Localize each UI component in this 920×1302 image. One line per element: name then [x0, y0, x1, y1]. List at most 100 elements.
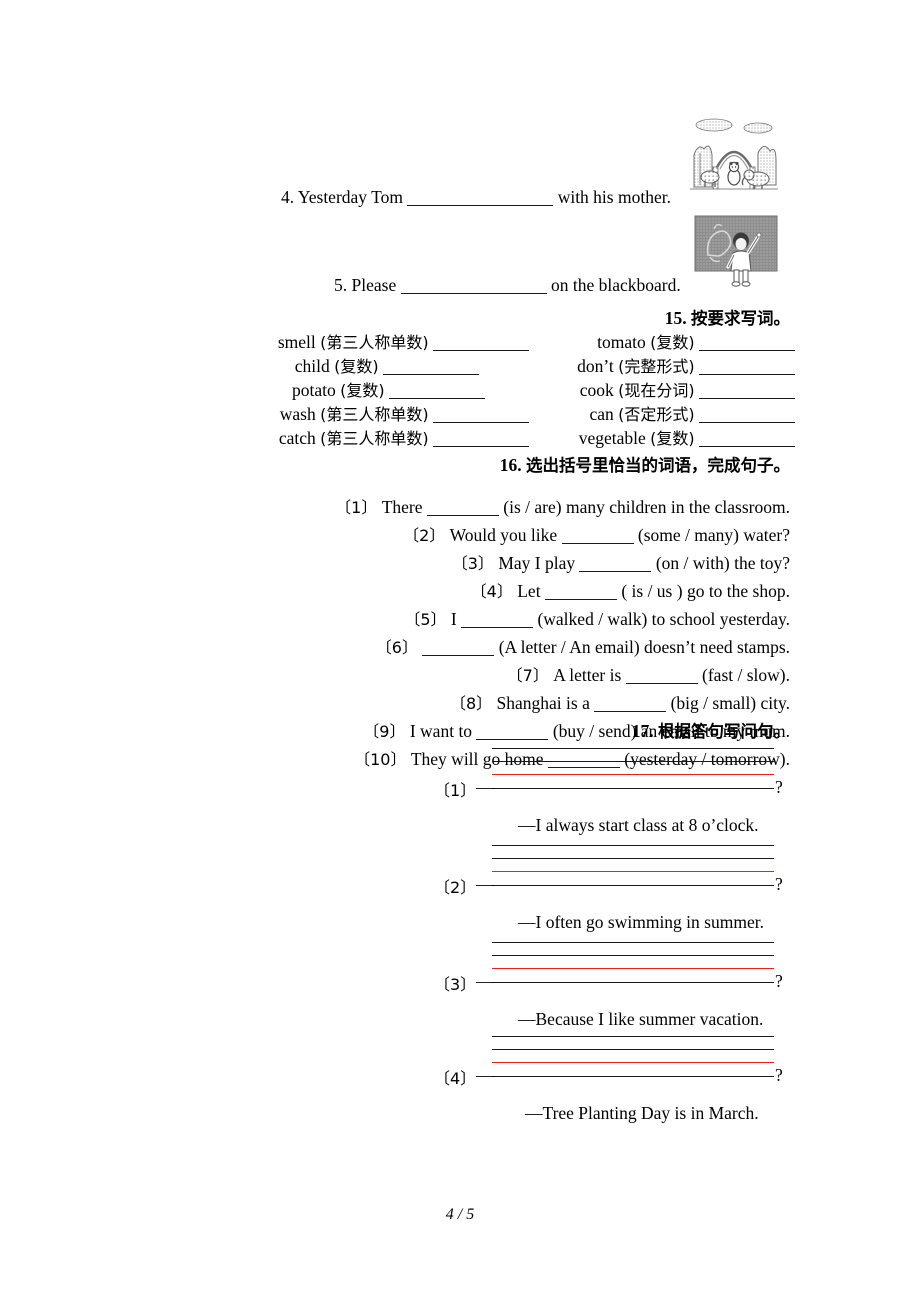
question-mark-2-label: ? [775, 874, 783, 894]
answer-3-text: —Because I like summer vacation. [518, 1009, 764, 1029]
sentence-5-blank[interactable] [400, 293, 547, 294]
question-dash-4: — [476, 1065, 494, 1086]
choice-item-8-after: (big / small) city. [670, 693, 790, 713]
word-blank-can[interactable] [699, 422, 795, 423]
choice-item-10-blank[interactable] [547, 767, 620, 768]
choice-item-2-number: 〔2〕 [403, 526, 446, 545]
sentence-4-number: 4. [281, 187, 295, 207]
answer-2-text: —I often go swimming in summer. [518, 912, 764, 932]
guide-rule-upper-mid [492, 858, 774, 859]
choice-item-8-blank[interactable] [594, 711, 667, 712]
choice-item-6-blank[interactable] [422, 655, 495, 656]
choice-item-4-after: ( is / us ) go to the shop. [621, 581, 790, 601]
choice-item-5-before: I [450, 609, 457, 629]
word-row-vegetable: vegetable (复数) [470, 425, 795, 449]
choice-item-7: 〔7〕 A letter is (fast / slow). [200, 666, 790, 685]
guide-rule-upper-mid [492, 955, 774, 956]
choice-item-10: 〔10〕 They will go home (yesterday / tomo… [200, 749, 790, 769]
choice-item-1: 〔1〕 There (is / are) many children in th… [200, 497, 790, 517]
word-term-tomato: tomato [597, 332, 646, 352]
sentence-5-number: 5. [334, 275, 348, 295]
choice-item-6-number: 〔6〕 [375, 638, 418, 657]
word-term-cook: cook [579, 380, 614, 400]
guide-rule-baseline [492, 1076, 774, 1077]
question-mark-3-label: ? [775, 971, 783, 991]
choice-item-8-before: Shanghai is a [496, 693, 590, 713]
zoo-park-scene-clipart [688, 115, 780, 195]
word-hint-cook: (现在分词) [618, 381, 695, 400]
section-16-header: 16. 选出括号里恰当的词语，完成句子。 [500, 452, 790, 476]
sentence-5-text-after: on the blackboard. [550, 275, 681, 295]
word-term-smell: smell [277, 332, 316, 352]
choice-item-3-number: 〔3〕 [451, 554, 494, 573]
choice-item-8-number: 〔8〕 [449, 694, 493, 713]
choice-item-2-blank[interactable] [561, 543, 634, 544]
word-row-child: child (复数) [160, 353, 479, 377]
choice-item-4-blank[interactable] [544, 599, 617, 600]
guide-rule-baseline [492, 982, 774, 983]
word-hint-vegetable: (复数) [650, 429, 695, 448]
choice-item-7-blank[interactable] [625, 683, 698, 684]
sentence-4: 4. Yesterday Tom with his mother. [281, 187, 671, 207]
worksheet-page: 4. Yesterday Tom with his mother. 5. Ple… [0, 0, 920, 1302]
question-mark-3: ? [775, 971, 783, 992]
section-16-title: 选出括号里恰当的词语，完成句子。 [526, 456, 790, 475]
child-drawing-blackboard-clipart [694, 215, 778, 287]
question-number-1: 〔1〕 [434, 777, 476, 801]
choice-item-10-after: (yesterday / tomorrow). [624, 749, 790, 769]
guide-rule-top [492, 942, 774, 943]
word-blank-child[interactable] [383, 374, 479, 375]
section-17-header: 17. 根据答句写问句。 [632, 718, 790, 742]
choice-item-1-after: (is / are) many children in the classroo… [503, 497, 790, 517]
word-blank-tomato[interactable] [699, 350, 795, 351]
word-blank-vegetable[interactable] [699, 446, 795, 447]
word-blank-cook[interactable] [699, 398, 795, 399]
section-17-title: 根据答句写问句。 [658, 722, 790, 741]
choice-item-4-before: Let [517, 581, 541, 601]
answer-2: —I often go swimming in summer. [518, 912, 764, 933]
guide-rule-red-mid [492, 871, 774, 872]
word-hint-can: (否定形式) [618, 405, 695, 424]
choice-item-3-blank[interactable] [579, 571, 652, 572]
choice-item-10-before: They will go home [410, 749, 544, 769]
section-17-number: 17. [631, 721, 654, 741]
guide-rule-top [492, 748, 774, 749]
choice-item-2: 〔2〕 Would you like (some / many) water? [200, 525, 790, 545]
word-term-can: can [589, 404, 614, 424]
question-dash-2-label: — [476, 874, 494, 894]
question-dash-3-label: — [476, 971, 494, 991]
section-16-number: 16. [499, 455, 522, 475]
choice-item-2-before: Would you like [449, 525, 558, 545]
question-number-2-label: 〔2〕 [434, 878, 477, 897]
word-hint-tomato: (复数) [650, 333, 695, 352]
question-dash-1: — [476, 777, 494, 798]
choice-item-7-number: 〔7〕 [506, 666, 549, 685]
word-term-wash: wash [279, 404, 316, 424]
choice-item-9-blank[interactable] [476, 739, 549, 740]
guide-rule-red-mid [492, 1062, 774, 1063]
word-row-can: can (否定形式) [470, 401, 795, 425]
choice-item-5-blank[interactable] [461, 627, 534, 628]
word-hint-dont: (完整形式) [618, 357, 695, 376]
guide-rule-baseline [492, 788, 774, 789]
question-mark-1: ? [775, 777, 783, 798]
sentence-4-blank[interactable] [407, 205, 554, 206]
sentence-4-text-after: with his mother. [557, 187, 671, 207]
question-dash-1-label: — [476, 777, 494, 797]
question-number-2: 〔2〕 [434, 874, 476, 898]
answer-1: —I always start class at 8 o’clock. [518, 815, 759, 836]
word-term-dont: don’t [577, 356, 614, 376]
choice-item-3-before: May I play [498, 553, 576, 573]
question-number-3: 〔3〕 [434, 971, 476, 995]
section-15-title: 按要求写词。 [691, 309, 790, 328]
guide-rule-baseline [492, 885, 774, 886]
word-hint-wash: (第三人称单数) [320, 405, 429, 424]
sentence-5-text-before: Please [351, 275, 397, 295]
word-blank-dont[interactable] [699, 374, 795, 375]
choice-item-5-number: 〔5〕 [404, 610, 447, 629]
answer-4: —Tree Planting Day is in March. [525, 1103, 759, 1124]
word-hint-catch: (第三人称单数) [320, 429, 429, 448]
choice-item-1-blank[interactable] [426, 515, 499, 516]
choice-item-1-before: There [381, 497, 423, 517]
section-15-header: 15. 按要求写词。 [665, 305, 790, 329]
